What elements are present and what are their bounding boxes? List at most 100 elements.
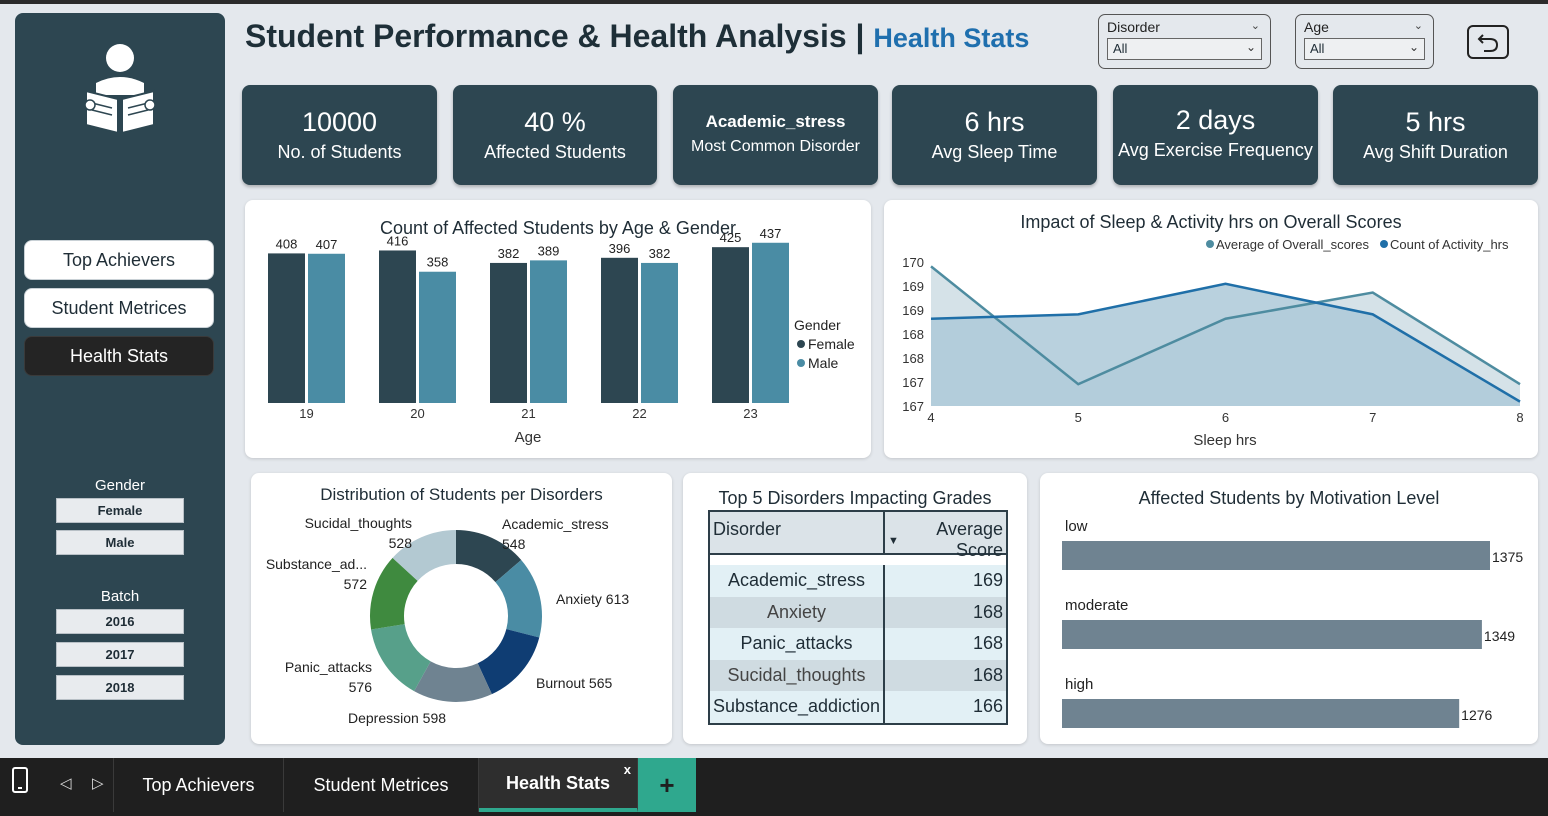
back-button[interactable] bbox=[1467, 25, 1509, 59]
disorder-distribution-card: Distribution of Students per Disorders A… bbox=[251, 473, 672, 744]
prev-page-icon[interactable]: ◁ bbox=[60, 774, 72, 792]
tab-health-stats[interactable]: Health Stats x bbox=[479, 758, 638, 812]
slice-label: Depression 598 bbox=[348, 710, 446, 726]
chevron-down-icon: ⌄ bbox=[1413, 20, 1423, 32]
table-row[interactable]: Substance_addiction 166 bbox=[710, 691, 1006, 723]
motivation-bar-chart: low 1375 moderate 1349 high 1276 bbox=[1062, 518, 1523, 728]
table-cell-score: 169 bbox=[972, 570, 1003, 590]
tab-label: Student Metrices bbox=[313, 774, 449, 795]
y-tick-label: 169 bbox=[902, 303, 924, 318]
kpi-value: 6 hrs bbox=[964, 107, 1025, 137]
sidebar: Top Achievers Student Metrices Health St… bbox=[15, 13, 225, 745]
legend-marker bbox=[797, 359, 805, 367]
data-label: 396 bbox=[609, 241, 631, 256]
back-arrow-icon bbox=[1477, 34, 1499, 52]
disorder-filter-select[interactable]: All ⌄ bbox=[1107, 38, 1262, 60]
kpi-label: Most Common Disorder bbox=[691, 138, 860, 155]
tab-top-achievers[interactable]: Top Achievers bbox=[113, 758, 284, 812]
bar-male bbox=[530, 260, 567, 403]
kpi-label: Affected Students bbox=[484, 142, 626, 162]
table-cell-disorder: Panic_attacks bbox=[710, 628, 885, 660]
data-label: 416 bbox=[387, 233, 409, 248]
data-label: 437 bbox=[760, 226, 782, 241]
nav-label: Student Metrices bbox=[51, 297, 187, 318]
bar-low bbox=[1062, 541, 1490, 570]
bar-female bbox=[490, 262, 527, 403]
y-tick-label: 167 bbox=[902, 375, 924, 390]
legend-marker bbox=[1206, 240, 1214, 248]
data-label: 1276 bbox=[1461, 707, 1492, 723]
legend-item: Female bbox=[808, 336, 855, 352]
phone-icon bbox=[12, 767, 28, 793]
x-tick-label: 4 bbox=[927, 410, 934, 425]
title-main: Student Performance & Health Analysis bbox=[245, 18, 847, 54]
slice-label: Anxiety 613 bbox=[556, 591, 629, 607]
gender-slicer-label: Gender bbox=[94, 477, 146, 494]
kpi-exercise-card: 2 days Avg Exercise Frequency bbox=[1113, 85, 1318, 185]
disorder-filter[interactable]: Disorder ⌄ All ⌄ bbox=[1098, 14, 1271, 69]
data-label: 408 bbox=[276, 236, 298, 251]
data-label: 382 bbox=[649, 246, 671, 261]
legend-item: Male bbox=[808, 355, 839, 371]
y-tick-label: 168 bbox=[902, 351, 924, 366]
tab-student-metrices[interactable]: Student Metrices bbox=[284, 758, 479, 812]
data-label: 1349 bbox=[1484, 628, 1515, 644]
x-tick-label: 21 bbox=[521, 406, 535, 421]
slice-label: Sucidal_thoughts bbox=[305, 515, 412, 531]
top-strip bbox=[0, 0, 1548, 4]
title-separator: | bbox=[855, 18, 865, 54]
sort-descending-icon: ▼ bbox=[888, 535, 899, 547]
nav-label: Health Stats bbox=[69, 345, 169, 366]
add-page-button[interactable]: + bbox=[638, 758, 696, 812]
kpi-disorder-card: Academic_stress Most Common Disorder bbox=[673, 85, 878, 185]
nav-health-stats-button[interactable]: Health Stats bbox=[24, 336, 214, 376]
x-tick-label: 8 bbox=[1516, 410, 1523, 425]
batch-2018-option[interactable]: 2018 bbox=[56, 675, 184, 700]
table-row[interactable]: Anxiety 168 bbox=[710, 596, 1006, 628]
x-tick-label: 22 bbox=[632, 406, 646, 421]
bar-moderate bbox=[1062, 620, 1482, 649]
slice-label: Panic_attacks bbox=[285, 659, 372, 675]
kpi-shift-card: 5 hrs Avg Shift Duration bbox=[1333, 85, 1538, 185]
chart-title: Top 5 Disorders Impacting Grades bbox=[718, 488, 992, 508]
mobile-view-icon[interactable] bbox=[8, 766, 32, 796]
table-cell-disorder: Sucidal_thoughts bbox=[710, 659, 885, 691]
kpi-label: No. of Students bbox=[277, 142, 402, 162]
y-tick-label: 169 bbox=[902, 279, 924, 294]
column-header-disorder[interactable]: Disorder bbox=[710, 512, 885, 553]
table-body: Academic_stress 169 Anxiety 168 Panic_attack… bbox=[710, 555, 1006, 723]
column-header-label: Average Score bbox=[936, 519, 1003, 560]
data-label: 425 bbox=[720, 230, 742, 245]
nav-student-metrices-button[interactable]: Student Metrices bbox=[24, 288, 214, 328]
age-filter[interactable]: Age ⌄ All ⌄ bbox=[1295, 14, 1434, 69]
slice-label: Academic_stress bbox=[502, 516, 609, 532]
batch-2017-option[interactable]: 2017 bbox=[56, 642, 184, 667]
y-tick-label: 167 bbox=[902, 399, 924, 414]
column-header-score[interactable]: Average Score ▼ bbox=[885, 512, 1006, 560]
table-cell-score: 168 bbox=[972, 664, 1003, 685]
kpi-sleep-card: 6 hrs Avg Sleep Time bbox=[892, 85, 1097, 185]
table-row[interactable]: Sucidal_thoughts 168 bbox=[710, 659, 1006, 691]
table-row[interactable]: Panic_attacks 168 bbox=[710, 628, 1006, 660]
gender-male-option[interactable]: Male bbox=[56, 530, 184, 555]
close-tab-icon[interactable]: x bbox=[624, 762, 631, 777]
next-page-icon[interactable]: ▷ bbox=[92, 774, 104, 792]
table-row[interactable]: Academic_stress 169 bbox=[710, 565, 1006, 597]
title-subtitle: Health Stats bbox=[873, 23, 1030, 53]
student-reading-icon bbox=[84, 44, 156, 135]
add-icon: + bbox=[659, 769, 675, 800]
slice-value: 528 bbox=[389, 535, 413, 551]
chevron-down-icon: ⌄ bbox=[1408, 40, 1419, 54]
x-axis-title: Sleep hrs bbox=[1193, 432, 1256, 449]
chevron-down-icon: ⌄ bbox=[1245, 40, 1256, 54]
nav-label: Top Achievers bbox=[62, 249, 176, 270]
gender-female-option[interactable]: Female bbox=[56, 498, 184, 523]
table-cell-disorder: Substance_addiction bbox=[710, 691, 885, 723]
table-cell-score: 168 bbox=[972, 633, 1003, 653]
batch-2016-option[interactable]: 2016 bbox=[56, 609, 184, 634]
disorder-filter-value: All bbox=[1113, 41, 1128, 56]
nav-top-achievers-button[interactable]: Top Achievers bbox=[24, 240, 214, 280]
age-filter-select[interactable]: All ⌄ bbox=[1304, 38, 1425, 60]
bar-male bbox=[752, 242, 789, 403]
kpi-label: Avg Exercise Frequency bbox=[1118, 140, 1313, 160]
